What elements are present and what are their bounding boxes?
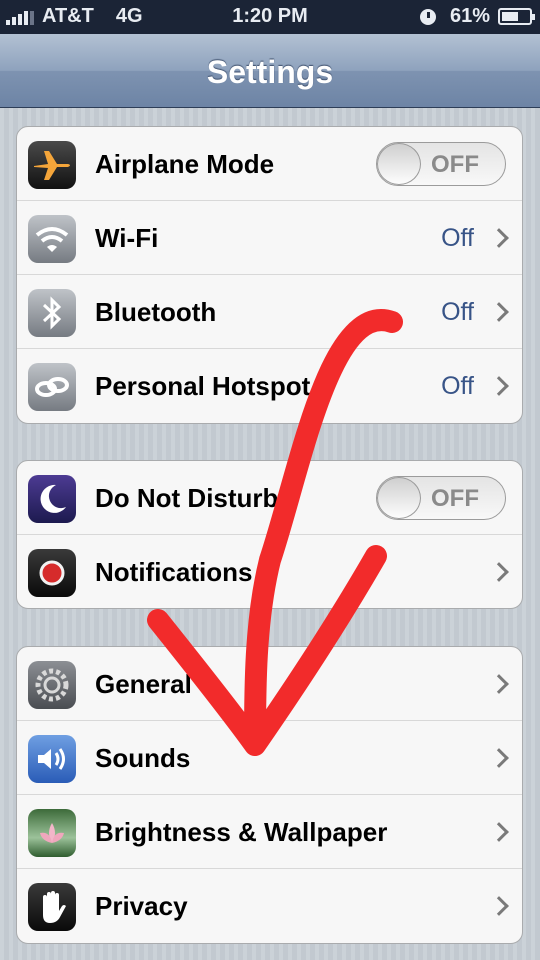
row-value: Off [441,224,474,252]
chevron-right-icon [489,748,509,768]
bluetooth-icon [28,289,76,337]
row-bluetooth[interactable]: Bluetooth Off [17,275,522,349]
row-notifications[interactable]: Notifications [17,535,522,608]
battery-icon [498,8,535,25]
flower-icon [28,809,76,857]
gear-icon [28,661,76,709]
chevron-right-icon [489,822,509,842]
hand-icon [28,883,76,931]
airplane-icon [28,141,76,189]
status-right: 61% [419,5,535,28]
chevron-right-icon [489,562,509,582]
row-label: Bluetooth [95,297,217,327]
notifications-icon [28,549,76,597]
row-value: Off [441,298,474,326]
row-label: Do Not Disturb [95,483,279,513]
chevron-right-icon [489,896,509,916]
row-label: Brightness & Wallpaper [95,817,388,847]
toggle-state: OFF [431,151,479,178]
moon-icon [28,475,76,523]
do-not-disturb-toggle[interactable]: OFF [376,476,506,520]
hotspot-icon [28,363,76,411]
battery-fill [502,12,518,21]
row-value: Off [441,372,474,400]
settings-group-connectivity: Airplane Mode OFF Wi-Fi Off Bluetooth Of… [16,126,523,424]
navigation-bar: Settings [0,34,540,108]
row-airplane-mode[interactable]: Airplane Mode OFF [17,127,522,201]
row-label: Personal Hotspot [95,371,311,401]
rotation-lock-icon [419,8,436,25]
row-sounds[interactable]: Sounds [17,721,522,795]
row-personal-hotspot[interactable]: Personal Hotspot Off [17,349,522,423]
row-label: Sounds [95,743,191,773]
toggle-knob[interactable] [377,477,421,519]
row-label: Notifications [95,557,253,587]
speaker-icon [28,735,76,783]
status-bar: AT&T 4G 1:20 PM 61% [0,0,540,34]
wifi-icon [28,215,76,263]
battery-percent: 61% [449,5,490,27]
row-label: Wi-Fi [95,223,159,253]
chevron-right-icon [489,376,509,396]
row-label: Privacy [95,891,188,921]
chevron-right-icon [489,302,509,322]
settings-group-device: General Sounds Brightness & Wallpaper Pr… [16,646,523,944]
settings-group-alerts: Do Not Disturb OFF Notifications [16,460,523,609]
row-wifi[interactable]: Wi-Fi Off [17,201,522,275]
chevron-right-icon [489,228,509,248]
row-label: Airplane Mode [95,149,275,179]
row-do-not-disturb[interactable]: Do Not Disturb OFF [17,461,522,535]
toggle-knob[interactable] [377,143,421,185]
row-brightness-wallpaper[interactable]: Brightness & Wallpaper [17,795,522,869]
row-label: General [95,669,192,699]
toggle-state: OFF [431,485,479,512]
row-privacy[interactable]: Privacy [17,869,522,943]
page-title: Settings [206,54,334,90]
airplane-mode-toggle[interactable]: OFF [376,142,506,186]
chevron-right-icon [489,674,509,694]
row-general[interactable]: General [17,647,522,721]
